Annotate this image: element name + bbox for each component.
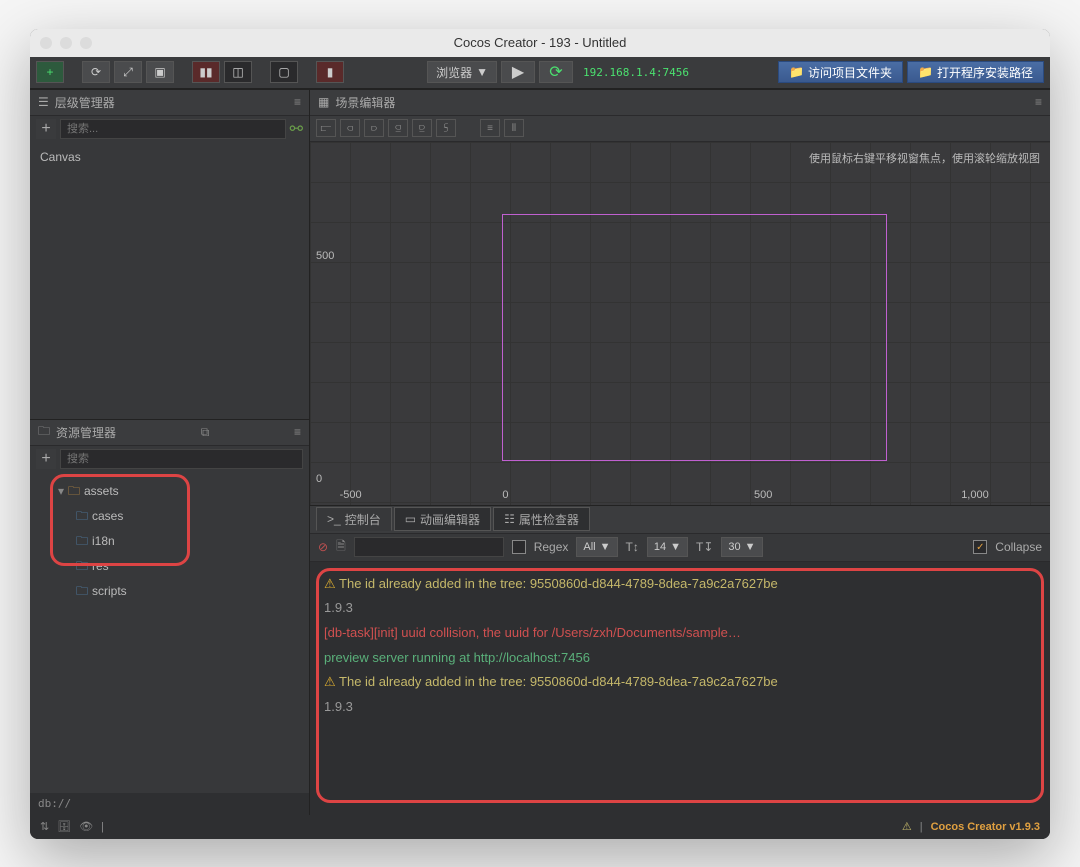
assets-panel: 🗀 资源管理器 ⧉ ≡ + ▾🗀assets 🗀cases 🗀i18n 🗀res 🗀s… bbox=[30, 419, 309, 815]
fullscreen-button[interactable]: ⤢ bbox=[114, 61, 142, 83]
panel-menu-icon[interactable]: ≡ bbox=[294, 95, 301, 109]
line-height-dropdown[interactable]: 30 ▼ bbox=[721, 537, 762, 557]
collapse-label: Collapse bbox=[995, 540, 1042, 554]
asset-node-scripts[interactable]: 🗀scripts bbox=[30, 580, 309, 605]
db-icon[interactable]: 🗄 bbox=[57, 820, 71, 833]
hierarchy-node-canvas[interactable]: Canvas bbox=[30, 148, 309, 166]
open-install-path-button[interactable]: 📁打开程序安装路径 bbox=[907, 61, 1044, 83]
console-output[interactable]: The id already added in the tree: 955086… bbox=[310, 562, 1050, 815]
lineheight-icon: T↧ bbox=[696, 540, 713, 554]
align-left-icon[interactable]: ⫍ bbox=[316, 119, 336, 137]
list-icon: ☰ bbox=[38, 95, 49, 109]
assets-search-input[interactable] bbox=[60, 449, 303, 469]
hierarchy-search-input[interactable] bbox=[60, 119, 286, 139]
scene-align-toolbar: ⫍ ⫏ ⫐ ⫑ ⫒ ⫓ ≡ ⦀ bbox=[310, 116, 1050, 142]
asset-node-cases[interactable]: 🗀cases bbox=[30, 505, 309, 530]
regex-label: Regex bbox=[534, 540, 569, 554]
assets-title: 资源管理器 bbox=[56, 424, 116, 441]
inspector-icon: ☷ bbox=[504, 512, 515, 526]
tab-inspector[interactable]: ☷属性检查器 bbox=[493, 507, 590, 531]
align-bottom-icon[interactable]: ⫓ bbox=[436, 119, 456, 137]
status-bar: ⇅ 🗄 👁 | ⚠ | Cocos Creator v1.9.3 bbox=[30, 815, 1050, 839]
x-tick--500: -500 bbox=[340, 489, 362, 501]
regex-checkbox[interactable] bbox=[512, 540, 526, 554]
log-line-err: [db-task][init] uuid collision, the uuid… bbox=[324, 621, 1036, 646]
tab-console[interactable]: >_控制台 bbox=[316, 507, 392, 531]
gizmo-button-1[interactable]: ▮▮ bbox=[192, 61, 220, 83]
x-tick-1000: 1,000 bbox=[961, 489, 989, 501]
font-size-dropdown[interactable]: 14 ▼ bbox=[647, 537, 688, 557]
hierarchy-title: 层级管理器 bbox=[55, 94, 115, 111]
tab-animation[interactable]: ▭动画编辑器 bbox=[394, 507, 491, 531]
fontsize-icon: T↕ bbox=[626, 540, 639, 554]
aspect-button[interactable]: ▣ bbox=[146, 61, 174, 83]
expand-icon[interactable]: ⧉ bbox=[201, 425, 210, 440]
canvas-hint: 使用鼠标右键平移视窗焦点，使用滚轮缩放视图 bbox=[809, 150, 1040, 166]
preview-ip: 192.168.1.4:7456 bbox=[583, 66, 689, 79]
sync-icon[interactable]: ⇅ bbox=[40, 820, 49, 833]
version-label: Cocos Creator v1.9.3 bbox=[931, 821, 1040, 833]
align-right-icon[interactable]: ⫐ bbox=[364, 119, 384, 137]
log-level-dropdown[interactable]: All ▼ bbox=[576, 537, 617, 557]
eye-icon[interactable]: 👁 bbox=[79, 820, 93, 833]
console-filter-input[interactable] bbox=[354, 537, 504, 557]
log-line-warn: The id already added in the tree: 955086… bbox=[324, 572, 1036, 597]
collapse-checkbox[interactable] bbox=[973, 540, 987, 554]
add-node-button[interactable]: + bbox=[36, 61, 64, 83]
main-toolbar: + ⟳ ⤢ ▣ ▮▮ ◫ ▢ ▮ 浏览器 ▼ ▶ ⟳ 192.168.1.4:7… bbox=[30, 57, 1050, 89]
panel-menu-icon[interactable]: ≡ bbox=[294, 425, 301, 439]
bottom-panel: >_控制台 ▭动画编辑器 ☷属性检查器 ⊘ 🗎 Regex All ▼ T↕ 1… bbox=[310, 505, 1050, 815]
timeline-icon: ▭ bbox=[405, 512, 416, 526]
hierarchy-panel: ☰ 层级管理器 ≡ + ⚯ Canvas bbox=[30, 89, 309, 419]
scene-title: 场景编辑器 bbox=[335, 94, 395, 111]
asset-node-i18n[interactable]: 🗀i18n bbox=[30, 530, 309, 555]
hierarchy-add-button[interactable]: + bbox=[36, 119, 56, 139]
app-window: Cocos Creator - 193 - Untitled + ⟳ ⤢ ▣ ▮… bbox=[30, 29, 1050, 839]
scene-panel: ▦ 场景编辑器 ≡ ⫍ ⫏ ⫐ ⫑ ⫒ ⫓ ≡ ⦀ 使用鼠标右键平移视窗焦点，使用滚… bbox=[310, 89, 1050, 505]
align-top-icon[interactable]: ⫑ bbox=[388, 119, 408, 137]
console-icon: >_ bbox=[327, 512, 341, 526]
y-tick-0: 0 bbox=[316, 473, 322, 485]
align-button-1[interactable]: ▢ bbox=[270, 61, 298, 83]
scene-icon: ▦ bbox=[318, 95, 329, 109]
warning-icon[interactable]: ⚠ bbox=[902, 820, 912, 833]
open-project-folder-button[interactable]: 📁访问项目文件夹 bbox=[778, 61, 903, 83]
log-line-dim: 1.9.3 bbox=[324, 695, 1036, 720]
reload-button[interactable]: ⟳ bbox=[539, 61, 573, 83]
record-button[interactable]: ▮ bbox=[316, 61, 344, 83]
log-line-warn: The id already added in the tree: 955086… bbox=[324, 670, 1036, 695]
y-tick-500: 500 bbox=[316, 250, 334, 262]
log-line-dim: 1.9.3 bbox=[324, 596, 1036, 621]
clear-console-icon[interactable]: ⊘ bbox=[318, 540, 328, 554]
preview-platform-dropdown[interactable]: 浏览器 ▼ bbox=[427, 61, 497, 83]
x-tick-0: 0 bbox=[502, 489, 508, 501]
assets-add-button[interactable]: + bbox=[36, 449, 56, 469]
distribute-v-icon[interactable]: ⦀ bbox=[504, 119, 524, 137]
preview-platform-label: 浏览器 bbox=[436, 64, 472, 81]
align-hcenter-icon[interactable]: ⫏ bbox=[340, 119, 360, 137]
align-vcenter-icon[interactable]: ⫒ bbox=[412, 119, 432, 137]
asset-node-root[interactable]: ▾🗀assets bbox=[30, 480, 309, 505]
window-title: Cocos Creator - 193 - Untitled bbox=[30, 35, 1050, 50]
bottom-tabs: >_控制台 ▭动画编辑器 ☷属性检查器 bbox=[310, 506, 1050, 534]
scene-canvas[interactable]: 使用鼠标右键平移视窗焦点，使用滚轮缩放视图 500 0 -500 0 500 1… bbox=[310, 142, 1050, 505]
console-toolbar: ⊘ 🗎 Regex All ▼ T↕ 14 ▼ T↧ 30 ▼ Collapse bbox=[310, 534, 1050, 562]
refresh-button[interactable]: ⟳ bbox=[82, 61, 110, 83]
assets-path: db:// bbox=[30, 793, 309, 815]
x-tick-500: 500 bbox=[754, 489, 772, 501]
log-line-green: preview server running at http://localho… bbox=[324, 646, 1036, 671]
link-icon[interactable]: ⚯ bbox=[290, 119, 303, 139]
play-button[interactable]: ▶ bbox=[501, 61, 535, 83]
design-resolution-rect bbox=[502, 214, 887, 461]
folder-icon: 🗀 bbox=[38, 422, 50, 443]
file-icon[interactable]: 🗎 bbox=[336, 537, 346, 558]
distribute-h-icon[interactable]: ≡ bbox=[480, 119, 500, 137]
panel-menu-icon[interactable]: ≡ bbox=[1035, 95, 1042, 109]
gizmo-button-2[interactable]: ◫ bbox=[224, 61, 252, 83]
titlebar: Cocos Creator - 193 - Untitled bbox=[30, 29, 1050, 57]
asset-node-res[interactable]: 🗀res bbox=[30, 555, 309, 580]
